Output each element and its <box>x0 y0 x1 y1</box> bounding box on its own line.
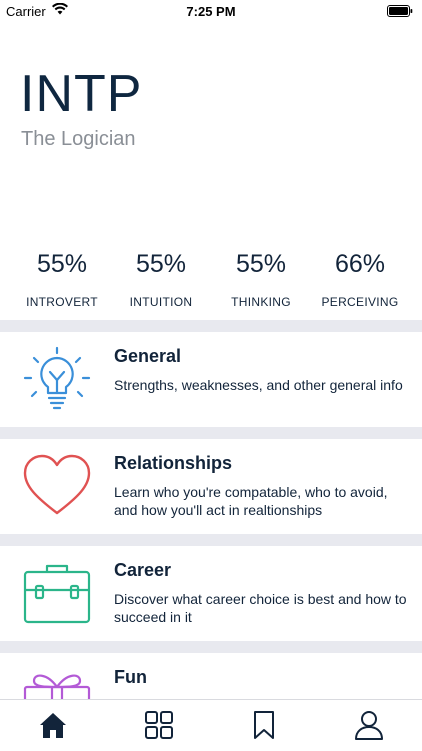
stat-label: INTROVERT <box>26 295 98 309</box>
trait-stats: 55% INTROVERT 55% INTUITION 55% THINKING… <box>0 245 422 320</box>
card-title: Fun <box>114 667 147 687</box>
section-divider <box>0 320 422 332</box>
bookmark-icon[interactable] <box>248 709 280 741</box>
stat-label: THINKING <box>231 295 291 309</box>
section-divider <box>0 427 422 439</box>
profile-icon[interactable] <box>353 709 385 741</box>
card-career[interactable]: Career Discover what career choice is be… <box>0 546 422 641</box>
stat-thinking: 55% THINKING <box>211 245 311 309</box>
section-divider <box>0 641 422 653</box>
gift-icon <box>22 667 92 699</box>
card-fun[interactable]: Fun <box>0 653 422 699</box>
home-icon[interactable] <box>37 709 69 741</box>
card-relationships[interactable]: Relationships Learn who you're compatabl… <box>0 439 422 534</box>
card-title: Relationships <box>114 453 233 473</box>
grid-icon[interactable] <box>143 709 175 741</box>
section-divider <box>0 534 422 546</box>
stat-value: 55% <box>36 250 88 278</box>
card-description: Discover what career choice is best and … <box>114 591 407 625</box>
stat-value: 66% <box>334 250 386 278</box>
heart-icon <box>22 453 92 519</box>
stat-value: 55% <box>235 250 287 278</box>
battery-icon <box>387 5 413 20</box>
tab-bar <box>0 699 422 751</box>
stat-value: 55% <box>135 250 187 278</box>
personality-type-name: The Logician <box>21 128 136 150</box>
card-description: Strengths, weaknesses, and other general… <box>114 377 403 393</box>
personality-type-code: INTP <box>20 65 143 123</box>
card-general[interactable]: General Strengths, weaknesses, and other… <box>0 332 422 427</box>
stat-label: INTUITION <box>129 295 193 309</box>
stat-label: PERCEIVING <box>321 295 399 309</box>
stat-intuition: 55% INTUITION <box>111 245 211 309</box>
status-time: 7:25 PM <box>186 4 236 19</box>
card-title: General <box>114 346 182 366</box>
stat-perceiving: 66% PERCEIVING <box>310 245 410 309</box>
stat-introvert: 55% INTROVERT <box>12 245 112 309</box>
briefcase-icon <box>22 560 92 626</box>
status-bar: Carrier 7:25 PM <box>0 0 422 22</box>
lightbulb-icon <box>22 346 92 412</box>
card-title: Career <box>114 560 172 580</box>
card-description: Learn who you're compatable, who to avoi… <box>114 484 388 518</box>
